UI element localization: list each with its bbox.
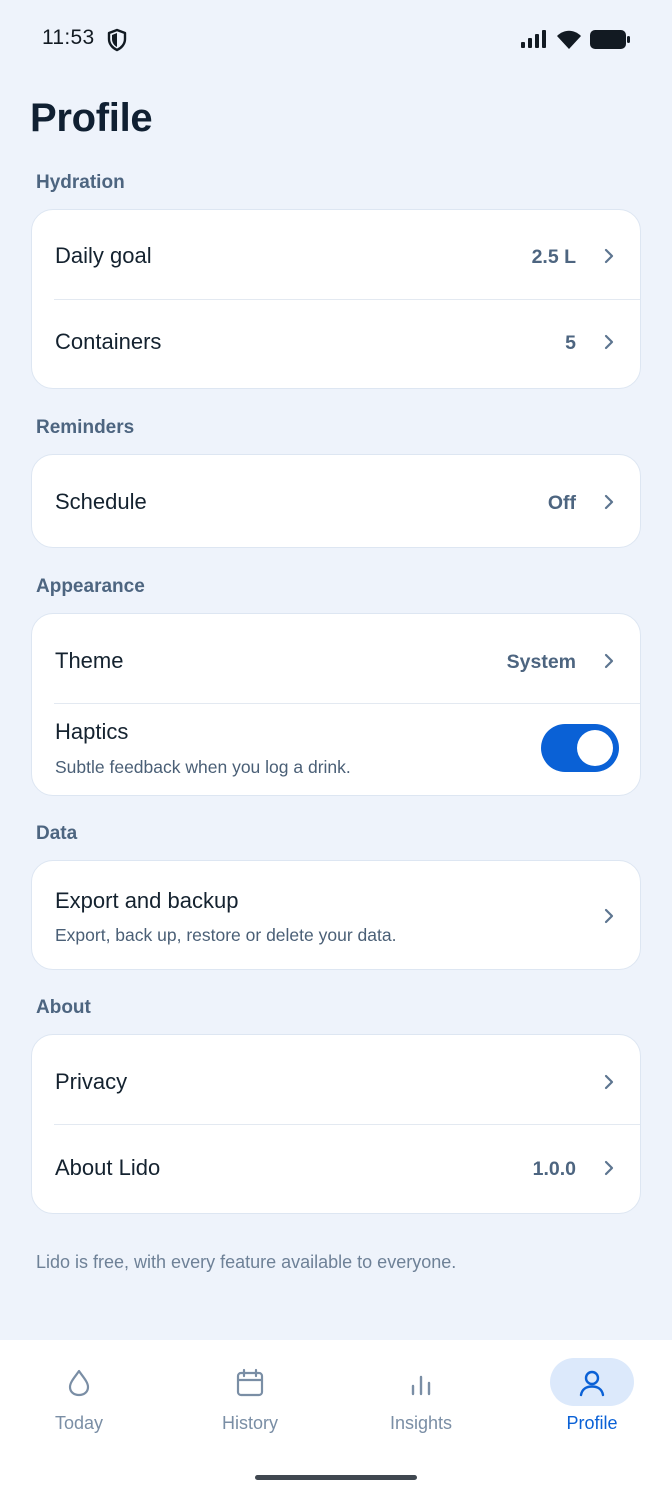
haptics-row: Haptics Subtle feedback when you log a d… — [32, 704, 640, 795]
wifi-icon — [557, 30, 581, 49]
about-card: Privacy About Lido 1.0.0 — [31, 1034, 641, 1214]
section-label-hydration: Hydration — [36, 172, 125, 193]
nav-item-insights[interactable]: Insights — [337, 1340, 505, 1450]
privacy-row[interactable]: Privacy — [32, 1035, 640, 1125]
nav-label: Today — [54, 1413, 104, 1433]
bar-chart-icon — [411, 1375, 431, 1396]
row-label: Privacy — [55, 1069, 128, 1094]
row-label: Containers — [55, 329, 162, 354]
chevron-right-icon — [604, 334, 614, 350]
nav-label: History — [221, 1413, 278, 1433]
row-subtitle: Export, back up, restore or delete your … — [55, 925, 397, 945]
footer-note: Lido is free, with every feature availab… — [36, 1252, 457, 1272]
reminders-card: Schedule Off — [31, 454, 641, 548]
row-value: Off — [547, 492, 576, 514]
data-card: Export and backup Export, back up, resto… — [31, 860, 641, 970]
about-lido-row[interactable]: About Lido 1.0.0 — [32, 1125, 640, 1213]
page-title: Profile — [30, 96, 153, 140]
status-bar: 11:53 — [0, 0, 672, 80]
status-time: 11:53 — [42, 26, 95, 49]
row-value: 1.0.0 — [532, 1158, 576, 1180]
row-label: Export and backup — [55, 888, 239, 913]
shield-icon — [107, 28, 127, 52]
section-label-data: Data — [36, 823, 78, 844]
row-label: Theme — [55, 648, 124, 673]
containers-row[interactable]: Containers 5 — [32, 300, 640, 388]
section-label-about: About — [36, 997, 91, 1018]
haptics-toggle[interactable] — [541, 724, 619, 772]
nav-item-history[interactable]: History — [166, 1340, 334, 1450]
row-value: 5 — [565, 332, 576, 354]
row-label: About Lido — [55, 1155, 161, 1180]
row-label: Daily goal — [55, 243, 152, 268]
daily-goal-row[interactable]: Daily goal 2.5 L — [32, 210, 640, 300]
chevron-right-icon — [604, 908, 614, 924]
theme-row[interactable]: Theme System — [32, 614, 640, 704]
nav-item-profile[interactable]: Profile — [508, 1340, 672, 1450]
section-label-reminders: Reminders — [36, 417, 135, 438]
schedule-row[interactable]: Schedule Off — [32, 455, 640, 547]
nav-item-today[interactable]: Today — [0, 1340, 163, 1450]
bottom-nav: Today History Insights Profile — [0, 1340, 672, 1496]
chevron-right-icon — [604, 653, 614, 669]
export-backup-row[interactable]: Export and backup Export, back up, resto… — [32, 861, 640, 969]
section-label-appearance: Appearance — [36, 576, 145, 597]
chevron-right-icon — [604, 494, 614, 510]
battery-icon — [590, 30, 630, 49]
appearance-card: Theme System Haptics Subtle feedback whe… — [31, 613, 641, 796]
chevron-right-icon — [604, 1160, 614, 1176]
toggle-knob — [577, 730, 613, 766]
chevron-right-icon — [604, 1074, 614, 1090]
person-icon — [579, 1370, 605, 1397]
signal-icon — [521, 30, 546, 48]
calendar-icon — [236, 1368, 264, 1397]
nav-label: Profile — [566, 1413, 618, 1433]
nav-label: Insights — [389, 1413, 453, 1433]
home-indicator[interactable] — [255, 1475, 417, 1480]
row-value: System — [506, 651, 576, 673]
hydration-card: Daily goal 2.5 L Containers 5 — [31, 209, 641, 389]
drop-icon — [68, 1369, 90, 1397]
row-label: Schedule — [55, 489, 147, 514]
row-value: 2.5 L — [531, 246, 576, 268]
row-subtitle: Subtle feedback when you log a drink. — [55, 757, 351, 777]
row-label: Haptics — [55, 719, 129, 744]
chevron-right-icon — [604, 248, 614, 264]
